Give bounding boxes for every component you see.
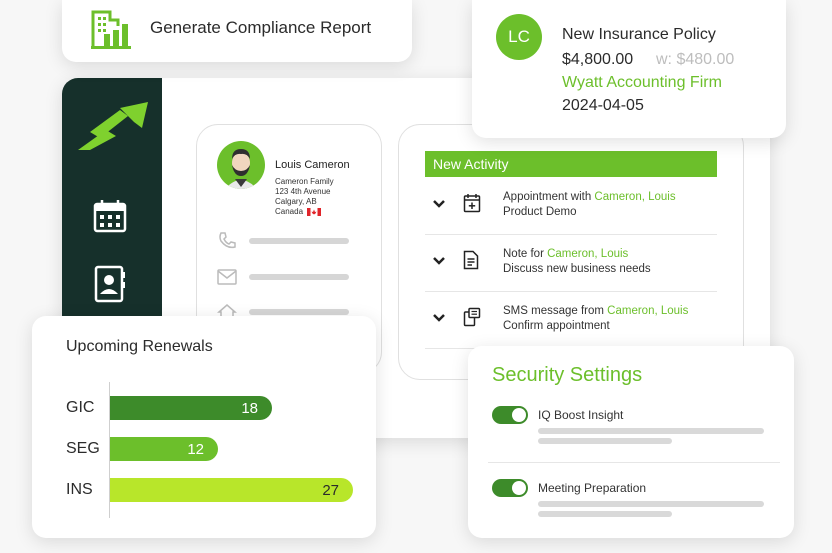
activity-person-link[interactable]: Cameron, Louis [547, 248, 628, 260]
bar-value-label: 12 [187, 441, 204, 458]
toggle-knob [512, 481, 526, 495]
activity-person-link[interactable]: Cameron, Louis [594, 191, 675, 203]
activity-person-link[interactable]: Cameron, Louis [607, 305, 688, 317]
contact-book-icon[interactable] [92, 264, 128, 304]
bar-category-label: GIC [66, 399, 95, 416]
meeting-prep-toggle[interactable] [492, 479, 528, 497]
setting-placeholder-bar [538, 428, 764, 434]
insurance-policy-card[interactable]: LC New Insurance Policy $4,800.00 w: $48… [472, 0, 786, 138]
bar-value-label: 27 [322, 482, 339, 499]
activity-subtitle: Product Demo [503, 206, 577, 218]
calendar-plus-icon [463, 194, 481, 213]
setting-label: IQ Boost Insight [538, 408, 624, 422]
activity-item[interactable]: Note for Cameron, Louis Discuss new busi… [425, 236, 717, 292]
renewals-title: Upcoming Renewals [66, 338, 213, 355]
calendar-icon[interactable] [92, 198, 128, 234]
phone-placeholder-bar [249, 238, 349, 244]
building-chart-icon [91, 10, 131, 49]
activity-title: SMS message from Cameron, Louis [503, 305, 688, 317]
person-avatar-icon [225, 149, 257, 189]
setting-label: Meeting Preparation [538, 481, 647, 495]
security-title: Security Settings [492, 364, 643, 386]
activity-title: Appointment with Cameron, Louis [503, 191, 676, 203]
activity-panel: New Activity Appointment with Cameron, L… [398, 124, 744, 380]
activity-title: Note for Cameron, Louis [503, 248, 628, 260]
upcoming-renewals-card: Upcoming Renewals GIC 18 SEG 12 INS 27 [32, 316, 376, 538]
bar-category-label: INS [66, 481, 93, 498]
activity-item[interactable]: Appointment with Cameron, Louis Product … [425, 179, 717, 235]
divider [488, 462, 780, 463]
chevron-down-icon[interactable] [433, 313, 445, 323]
email-icon [217, 269, 237, 285]
policy-commission: w: $480.00 [656, 51, 735, 68]
activity-prefix: SMS message from [503, 305, 608, 317]
contact-country-row: Canada [275, 207, 322, 216]
email-placeholder-bar [249, 274, 349, 280]
toggle-knob [512, 408, 526, 422]
chevron-down-icon[interactable] [433, 256, 445, 266]
sms-icon [463, 307, 481, 327]
contact-street: 123 4th Avenue [275, 187, 331, 196]
address-placeholder-bar [249, 309, 349, 315]
activity-subtitle: Discuss new business needs [503, 263, 651, 275]
phone-icon [219, 232, 236, 249]
contact-city: Calgary, AB [275, 197, 317, 206]
bar-value-label: 18 [241, 400, 258, 417]
policy-date: 2024-04-05 [562, 97, 644, 114]
setting-placeholder-bar [538, 501, 764, 507]
iq-boost-toggle[interactable] [492, 406, 528, 424]
policy-initials-avatar: LC [496, 14, 542, 60]
contact-household: Cameron Family [275, 177, 334, 186]
activity-header: New Activity [425, 151, 717, 177]
policy-firm-link[interactable]: Wyatt Accounting Firm [562, 74, 722, 92]
activity-prefix: Appointment with [503, 191, 595, 203]
activity-prefix: Note for [503, 248, 548, 260]
setting-placeholder-bar [538, 438, 672, 444]
policy-amount: $4,800.00 [562, 51, 634, 68]
setting-placeholder-bar [538, 511, 672, 517]
compliance-report-label: Generate Compliance Report [150, 18, 372, 37]
security-settings-card: Security Settings IQ Boost Insight Meeti… [468, 346, 794, 538]
compliance-report-card[interactable]: Generate Compliance Report [62, 0, 412, 62]
activity-item[interactable]: SMS message from Cameron, Louis Confirm … [425, 293, 717, 349]
note-icon [463, 250, 479, 270]
brand-logo-icon [78, 102, 148, 150]
bar-category-label: SEG [66, 440, 100, 457]
avatar [217, 141, 265, 189]
policy-title: New Insurance Policy [562, 26, 716, 43]
contact-country: Canada [275, 207, 304, 216]
canada-flag-icon [307, 207, 322, 216]
activity-subtitle: Confirm appointment [503, 320, 610, 332]
contact-name: Louis Cameron [275, 159, 350, 171]
chevron-down-icon[interactable] [433, 199, 445, 209]
